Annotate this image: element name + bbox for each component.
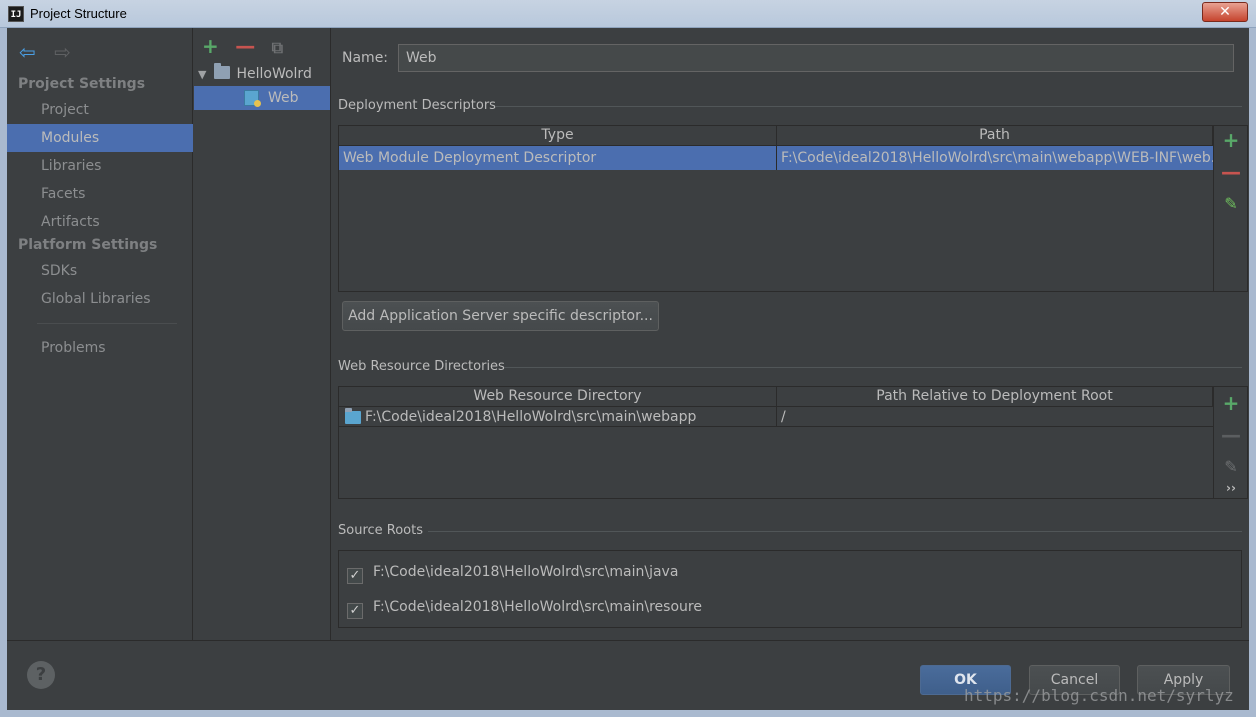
column-header-type[interactable]: Type — [339, 126, 777, 146]
resource-dir-cell: F:\Code\ideal2018\HelloWolrd\src\main\we… — [339, 407, 777, 427]
facet-settings-panel: Name: Web Deployment Descriptors Type Pa… — [332, 28, 1249, 640]
web-folder-icon — [345, 408, 361, 424]
edit-resource-icon: ✎ — [1224, 457, 1238, 476]
column-header-path[interactable]: Path — [777, 126, 1213, 146]
nav-item-artifacts[interactable]: Artifacts — [7, 208, 193, 236]
descriptor-path-cell: F:\Code\ideal2018\HelloWolrd\src\main\we… — [781, 150, 1213, 166]
settings-nav: ⇦ ⇨ Project Settings Project Modules Lib… — [7, 28, 193, 640]
group-separator — [504, 367, 1242, 368]
more-actions-icon[interactable]: ›› — [1214, 481, 1248, 495]
web-resource-directories-table: Web Resource Directory Path Relative to … — [338, 386, 1214, 499]
nav-item-global-libraries[interactable]: Global Libraries — [7, 285, 193, 313]
remove-resource-icon: — — [1221, 423, 1241, 447]
tree-node-web[interactable]: Web — [194, 86, 330, 110]
web-resource-directories-title: Web Resource Directories — [338, 359, 505, 374]
table-row[interactable]: Web Module Deployment Descriptor F:\Code… — [339, 146, 1213, 170]
descriptor-type-cell: Web Module Deployment Descriptor — [339, 146, 777, 170]
project-settings-header: Project Settings — [18, 76, 146, 92]
resources-table-toolbar: + — ✎ ›› — [1214, 386, 1248, 499]
expand-triangle-icon[interactable]: ▼ — [198, 68, 206, 81]
nav-item-project[interactable]: Project — [7, 96, 193, 124]
group-separator — [496, 106, 1242, 107]
add-resource-icon[interactable]: + — [1214, 391, 1248, 415]
table-row[interactable]: F:\Code\ideal2018\HelloWolrd\src\main\we… — [339, 407, 1213, 427]
checkbox-checked[interactable]: ✓ — [347, 603, 363, 619]
name-label: Name: — [342, 50, 389, 66]
group-separator — [428, 531, 1242, 532]
platform-settings-header: Platform Settings — [18, 237, 158, 253]
arrow-left-icon[interactable]: ⇦ — [19, 40, 36, 64]
source-root-path: F:\Code\ideal2018\HelloWolrd\src\main\re… — [373, 599, 702, 615]
add-descriptor-icon[interactable]: + — [1214, 128, 1248, 152]
tree-node-label: HelloWolrd — [236, 66, 312, 82]
nav-item-libraries[interactable]: Libraries — [7, 152, 193, 180]
deployment-descriptors-table: Type Path Web Module Deployment Descript… — [338, 125, 1214, 292]
module-tree-toolbar: + — ⧉ — [202, 34, 295, 58]
nav-item-modules[interactable]: Modules — [7, 124, 193, 152]
table-header: Type Path — [339, 126, 1213, 146]
deployment-table-toolbar: + — ✎ — [1214, 125, 1248, 292]
deployment-descriptors-title: Deployment Descriptors — [338, 98, 496, 113]
nav-divider — [37, 323, 177, 324]
checkbox-checked[interactable]: ✓ — [347, 568, 363, 584]
column-header-path-relative[interactable]: Path Relative to Deployment Root — [777, 387, 1213, 407]
arrow-right-icon[interactable]: ⇨ — [54, 40, 71, 64]
watermark-text: https://blog.csdn.net/syrlyz — [964, 686, 1234, 705]
title-bar: IJ Project Structure ✕ — [0, 0, 1256, 28]
edit-descriptor-icon[interactable]: ✎ — [1214, 194, 1248, 213]
module-tree-panel: + — ⧉ ▼ HelloWolrd Web — [194, 28, 331, 640]
tree-node-hellowolrd[interactable]: ▼ HelloWolrd — [198, 62, 312, 86]
copy-module-icon[interactable]: ⧉ — [272, 38, 283, 58]
resource-dir-path: F:\Code\ideal2018\HelloWolrd\src\main\we… — [365, 409, 697, 425]
source-root-path: F:\Code\ideal2018\HelloWolrd\src\main\ja… — [373, 564, 679, 580]
source-root-item[interactable]: ✓ F:\Code\ideal2018\HelloWolrd\src\main\j… — [347, 561, 679, 584]
source-root-item[interactable]: ✓ F:\Code\ideal2018\HelloWolrd\src\main\r… — [347, 596, 702, 619]
relative-path-cell: / — [781, 409, 786, 425]
table-header: Web Resource Directory Path Relative to … — [339, 387, 1213, 407]
intellij-app-icon: IJ — [8, 6, 24, 22]
module-folder-icon — [214, 63, 231, 79]
remove-descriptor-icon[interactable]: — — [1214, 160, 1248, 184]
remove-module-icon[interactable]: — — [235, 34, 255, 58]
add-module-icon[interactable]: + — [202, 34, 219, 58]
nav-item-problems[interactable]: Problems — [7, 334, 193, 362]
nav-item-sdks[interactable]: SDKs — [7, 257, 193, 285]
web-facet-icon — [244, 90, 261, 107]
name-input[interactable]: Web — [398, 44, 1234, 72]
source-roots-title: Source Roots — [338, 523, 424, 538]
window-title: Project Structure — [30, 6, 127, 21]
nav-history: ⇦ ⇨ — [19, 40, 85, 64]
window-close-button[interactable]: ✕ — [1202, 2, 1248, 22]
add-app-server-descriptor-button[interactable]: Add Application Server specific descript… — [342, 301, 659, 331]
column-header-web-resource-directory[interactable]: Web Resource Directory — [339, 387, 777, 407]
help-icon[interactable]: ? — [27, 661, 55, 689]
source-roots-list: ✓ F:\Code\ideal2018\HelloWolrd\src\main\j… — [338, 550, 1242, 628]
nav-item-facets[interactable]: Facets — [7, 180, 193, 208]
